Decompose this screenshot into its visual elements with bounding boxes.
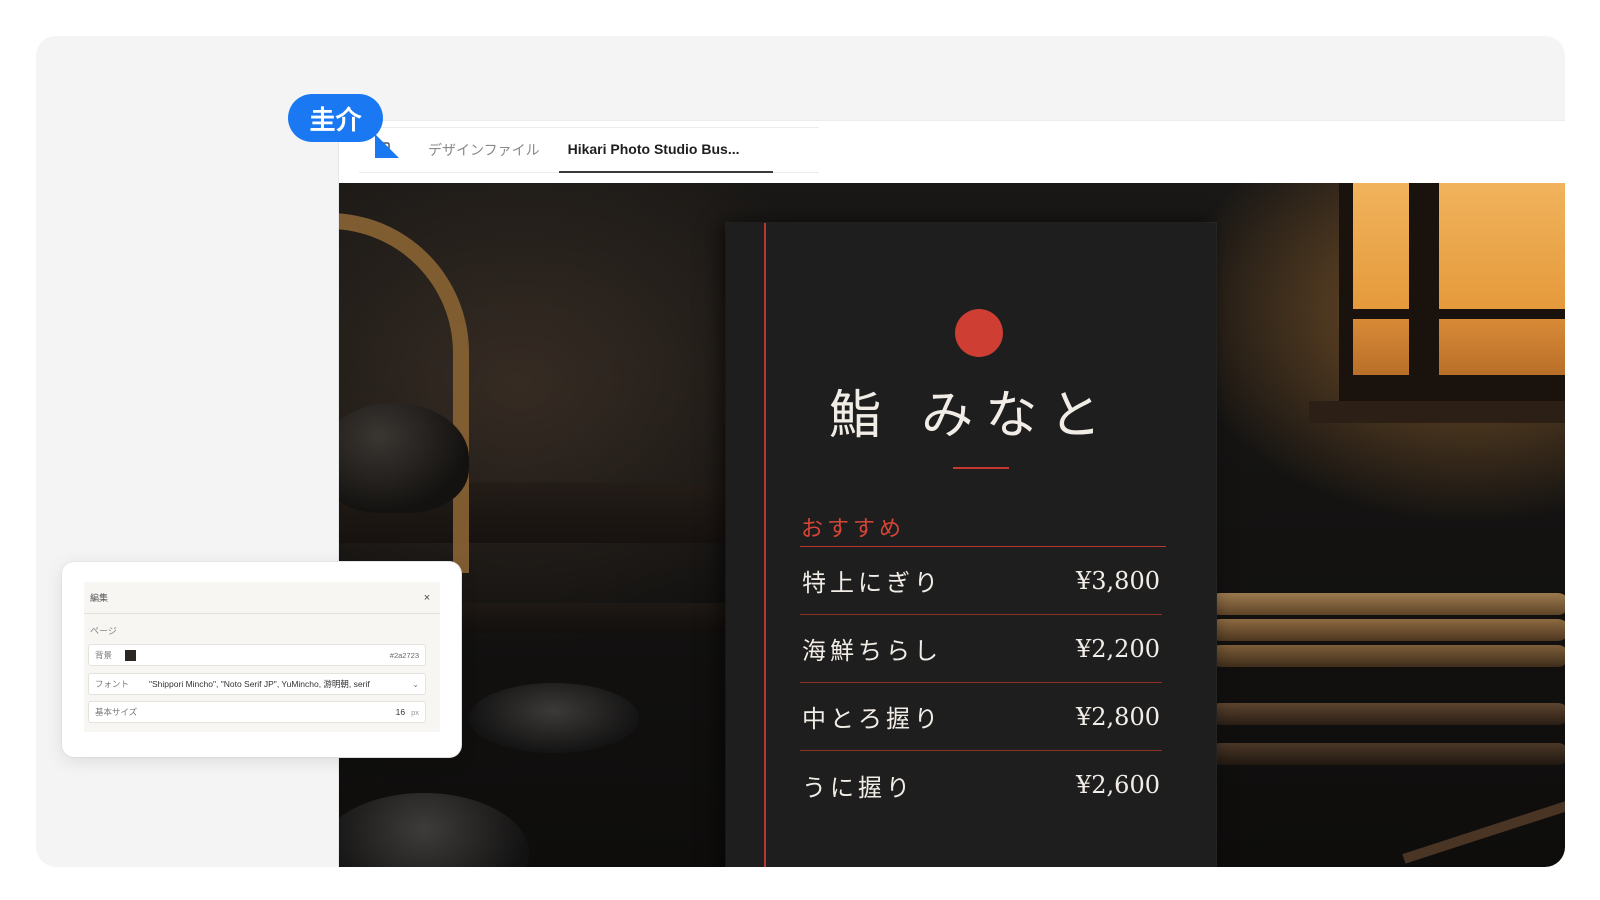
menu-item-name: 特上にぎり: [802, 569, 942, 597]
menu-item-price: ¥2,200: [1076, 634, 1160, 663]
collaborator-cursor-label: 圭介: [288, 94, 383, 142]
menu-board[interactable]: 鮨 みなと おすすめ 特上にぎり ¥3,800 海鮮ちらし ¥2,200 中とろ…: [726, 223, 1216, 867]
font-value: "Shippori Mincho", "Noto Serif JP", YuMi…: [149, 679, 370, 689]
lantern-pane: [1353, 319, 1409, 375]
tab-bar: デザインファイル Hikari Photo Studio Bus...: [359, 127, 819, 173]
menu-item-name: 中とろ握り: [802, 705, 942, 733]
bamboo-mat: [1209, 619, 1565, 641]
font-label: フォント: [95, 679, 130, 689]
lantern-pane: [1439, 319, 1565, 375]
app-window: デザインファイル Hikari Photo Studio Bus... 鮨 みな…: [339, 121, 1565, 867]
tea-cup: [469, 683, 639, 753]
menu-section-heading: おすすめ: [801, 517, 906, 542]
menu-title: 鮨 みなと: [828, 386, 1114, 446]
menu-item-list: 特上にぎり ¥3,800 海鮮ちらし ¥2,200 中とろ握り ¥2,800 う…: [800, 547, 1162, 819]
bamboo-mat: [1209, 703, 1565, 725]
menu-item-name: 海鮮ちらし: [802, 637, 942, 665]
background-hex-value: #2a2723: [389, 650, 419, 660]
menu-stripe: [764, 223, 766, 867]
base-size-label: 基本サイズ: [95, 707, 138, 717]
menu-item: 海鮮ちらし ¥2,200: [800, 615, 1162, 683]
edit-panel: 編集 × ページ 背景 #2a2723 フォント "Shippori Minch…: [62, 562, 461, 757]
edit-panel-title: 編集: [90, 593, 109, 603]
kettle-handle: [339, 213, 469, 573]
page-section-label: ページ: [90, 626, 117, 636]
title-divider: [953, 467, 1009, 469]
menu-item-price: ¥2,800: [1076, 702, 1160, 731]
bamboo-mat: [1209, 593, 1565, 615]
color-swatch[interactable]: [125, 649, 136, 661]
base-size-value[interactable]: 16: [396, 707, 405, 717]
preview-photo: 鮨 みなと おすすめ 特上にぎり ¥3,800 海鮮ちらし ¥2,200 中とろ…: [339, 183, 1565, 867]
lantern: [1339, 183, 1565, 413]
lantern-base: [1309, 401, 1565, 423]
chopsticks: [1402, 792, 1565, 864]
menu-item-name: うに握り: [802, 773, 914, 802]
menu-item: うに握り ¥2,600: [800, 751, 1162, 819]
edit-panel-body: 編集 × ページ 背景 #2a2723 フォント "Shippori Minch…: [84, 582, 440, 732]
base-size-unit: px: [411, 707, 419, 717]
close-icon[interactable]: ×: [420, 592, 434, 604]
tab-active-file[interactable]: Hikari Photo Studio Bus...: [558, 127, 773, 173]
collaborator-cursor-icon: [375, 134, 399, 158]
bowl: [339, 793, 529, 867]
background-label: 背景: [95, 650, 113, 660]
menu-item: 中とろ握り ¥2,800: [800, 683, 1162, 751]
font-select[interactable]: フォント "Shippori Mincho", "Noto Serif JP",…: [88, 673, 426, 695]
bamboo-mat: [1209, 743, 1565, 765]
menu-item-price: ¥3,800: [1076, 566, 1160, 595]
base-size-input[interactable]: 基本サイズ 16 px: [88, 701, 426, 723]
bamboo-mat: [1209, 645, 1565, 667]
menu-item: 特上にぎり ¥3,800: [800, 547, 1162, 615]
menu-item-price: ¥2,600: [1076, 771, 1160, 799]
edit-panel-header: 編集 ×: [84, 582, 440, 614]
lantern-pane: [1353, 183, 1409, 309]
chevron-down-icon[interactable]: ⌄: [412, 680, 419, 689]
red-sun-emblem: [955, 309, 1003, 357]
background-color-field[interactable]: 背景 #2a2723: [88, 644, 426, 666]
tab-design-files[interactable]: デザインファイル: [419, 127, 549, 173]
lantern-pane: [1439, 183, 1565, 309]
